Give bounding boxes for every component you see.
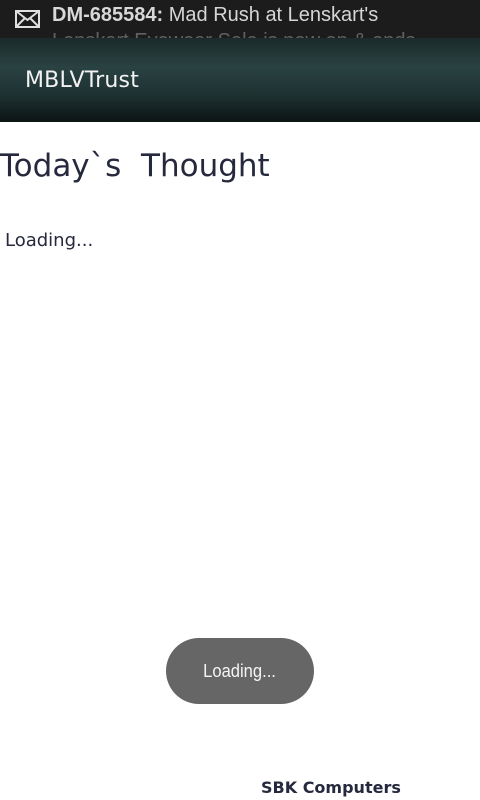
page-heading: Today`s Thought	[0, 148, 270, 184]
app-title: MBLVTrust	[25, 68, 140, 93]
footer-credit: SBK Computers	[261, 778, 401, 797]
screen: DM-685584: Mad Rush at Lenskart's Lenska…	[0, 0, 480, 800]
loading-toast: Loading...	[166, 638, 314, 704]
toast-text: Loading...	[203, 660, 277, 681]
mail-icon	[15, 10, 40, 28]
loading-text: Loading...	[5, 230, 94, 251]
notification-id: DM-685584:	[52, 4, 164, 26]
notification-next-line: Lenskart Eyewear Sale is now on & ends	[52, 28, 416, 38]
action-bar: MBLVTrust	[0, 38, 480, 122]
status-bar[interactable]: DM-685584: Mad Rush at Lenskart's Lenska…	[0, 0, 480, 38]
notification-text: Mad Rush at Lenskart's	[163, 4, 379, 26]
notification-ticker: DM-685584: Mad Rush at Lenskart's	[52, 2, 378, 28]
